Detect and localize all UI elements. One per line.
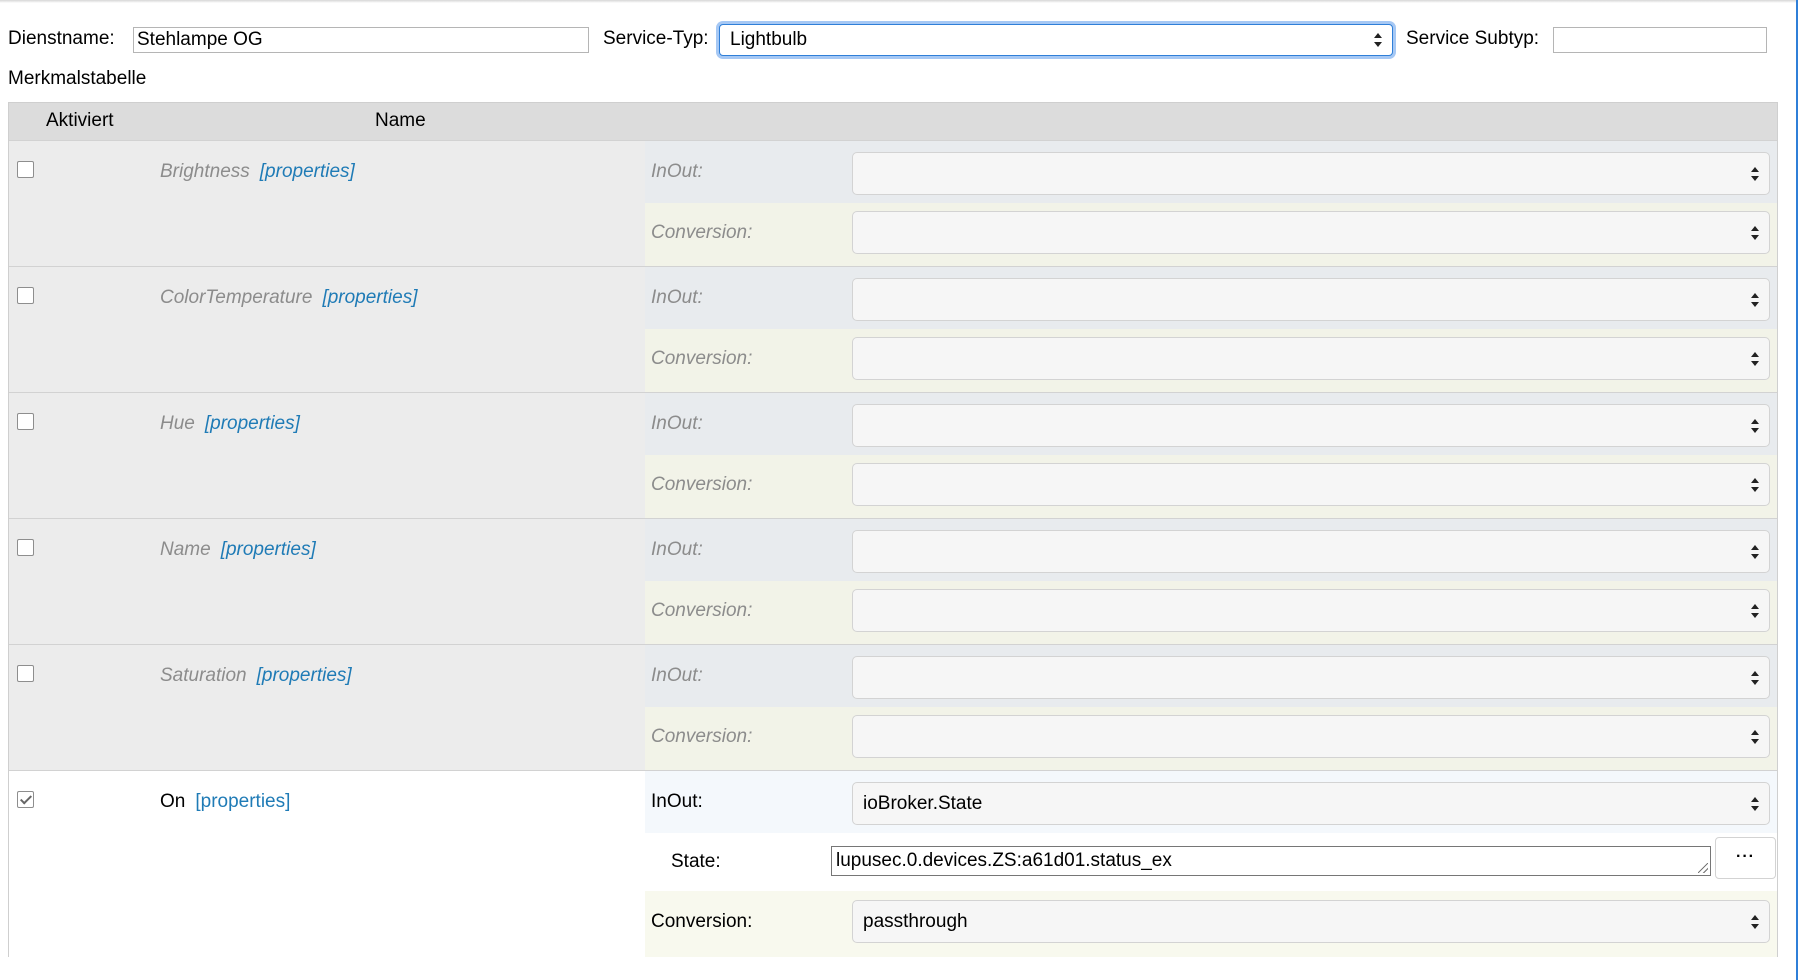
service-type-value: Lightbulb (730, 29, 808, 50)
characteristic-name: On [properties] (160, 791, 291, 812)
inout-select[interactable]: ioBroker.State (852, 782, 1770, 825)
characteristic-name: Brightness [properties] (160, 161, 355, 182)
characteristic-row-brightness: Brightness [properties] InOut: Conversion… (9, 140, 1777, 267)
properties-link[interactable]: [properties] (260, 161, 355, 182)
conversion-cell: Conversion: passthrough (645, 891, 1777, 957)
characteristic-row-name: Name [properties] InOut: Conversion: (9, 518, 1777, 645)
state-input[interactable]: lupusec.0.devices.ZS:a61d01.status_ex (831, 846, 1711, 876)
top-edge-shadow (0, 0, 1796, 3)
characteristic-row-colortemperature: ColorTemperature [properties] InOut: Conv… (9, 266, 1777, 393)
column-header-name: Name (375, 110, 426, 131)
select-arrows-icon (1751, 225, 1759, 240)
select-arrows-icon (1751, 418, 1759, 433)
service-name-input[interactable]: Stehlampe OG (133, 27, 589, 53)
row-name-cell: Saturation [properties] (9, 645, 645, 771)
properties-link[interactable]: [properties] (322, 287, 417, 308)
characteristic-name: ColorTemperature [properties] (160, 287, 418, 308)
properties-link[interactable]: [properties] (257, 665, 352, 686)
inout-select[interactable] (852, 152, 1770, 195)
service-subtype-label: Service Subtyp: (1406, 28, 1540, 49)
conversion-select[interactable]: passthrough (852, 900, 1770, 943)
conversion-cell: Conversion: (645, 203, 1777, 267)
inout-select[interactable] (852, 278, 1770, 321)
service-name-label: Dienstname: (8, 28, 115, 49)
browse-state-button[interactable]: ··· (1715, 837, 1776, 879)
characteristic-name: Hue [properties] (160, 413, 300, 434)
select-arrows-icon (1751, 477, 1759, 492)
inout-select[interactable] (852, 404, 1770, 447)
row-name-cell: ColorTemperature [properties] (9, 267, 645, 393)
checkmark-icon (19, 792, 33, 805)
characteristics-table-caption: Merkmalstabelle (8, 68, 147, 89)
characteristic-row-saturation: Saturation [properties] InOut: Conversion… (9, 644, 1777, 771)
characteristic-name: Name [properties] (160, 539, 316, 560)
inout-cell: InOut: (645, 393, 1777, 455)
select-arrows-icon (1751, 670, 1759, 685)
properties-link[interactable]: [properties] (221, 539, 316, 560)
inout-select[interactable] (852, 530, 1770, 573)
enabled-checkbox[interactable] (17, 413, 34, 430)
service-type-select[interactable]: Lightbulb (719, 24, 1393, 56)
conversion-cell: Conversion: (645, 581, 1777, 645)
inout-cell: InOut: (645, 645, 1777, 707)
conversion-label: Conversion: (651, 348, 753, 369)
inout-label: InOut: (651, 413, 703, 434)
select-arrows-icon (1751, 603, 1759, 618)
inout-cell: InOut: (645, 519, 1777, 581)
inout-select[interactable] (852, 656, 1770, 699)
select-arrows-icon (1751, 544, 1759, 559)
resize-handle-icon[interactable] (1698, 863, 1708, 873)
row-name-cell: On [properties] (9, 771, 645, 957)
row-name-cell: Brightness [properties] (9, 141, 645, 267)
select-arrows-icon (1751, 166, 1759, 181)
conversion-cell: Conversion: (645, 329, 1777, 393)
column-header-enabled: Aktiviert (46, 110, 114, 131)
select-arrows-icon (1751, 914, 1759, 929)
row-name-cell: Hue [properties] (9, 393, 645, 519)
inout-cell: InOut: (645, 267, 1777, 329)
conversion-select[interactable] (852, 211, 1770, 254)
enabled-checkbox[interactable] (17, 791, 34, 808)
properties-link[interactable]: [properties] (195, 791, 290, 812)
conversion-select[interactable] (852, 337, 1770, 380)
properties-link[interactable]: [properties] (205, 413, 300, 434)
enabled-checkbox[interactable] (17, 665, 34, 682)
select-arrows-icon (1751, 796, 1759, 811)
conversion-cell: Conversion: (645, 455, 1777, 519)
enabled-checkbox[interactable] (17, 287, 34, 304)
conversion-select[interactable] (852, 589, 1770, 632)
select-arrows-icon (1751, 351, 1759, 366)
inout-label: InOut: (651, 287, 703, 308)
characteristics-table: Aktiviert Name Brightness [properties] In… (8, 102, 1778, 957)
inout-label: InOut: (651, 161, 703, 182)
conversion-label: Conversion: (651, 911, 753, 932)
inout-label: InOut: (651, 791, 703, 812)
enabled-checkbox[interactable] (17, 539, 34, 556)
select-arrows-icon (1751, 729, 1759, 744)
state-label: State: (671, 851, 721, 872)
conversion-cell: Conversion: (645, 707, 1777, 771)
inout-cell: InOut: ioBroker.State (645, 771, 1777, 833)
service-subtype-input[interactable] (1553, 27, 1767, 53)
row-name-cell: Name [properties] (9, 519, 645, 645)
inout-cell: InOut: (645, 141, 1777, 203)
characteristic-row-on: On [properties] InOut: ioBroker.State Sta… (9, 770, 1777, 957)
conversion-label: Conversion: (651, 222, 753, 243)
table-header: Aktiviert Name (9, 103, 1777, 140)
conversion-select[interactable] (852, 463, 1770, 506)
state-cell: State: lupusec.0.devices.ZS:a61d01.statu… (645, 833, 1777, 891)
conversion-label: Conversion: (651, 600, 753, 621)
characteristic-row-hue: Hue [properties] InOut: Conversion: (9, 392, 1777, 519)
conversion-label: Conversion: (651, 474, 753, 495)
select-arrows-icon (1374, 33, 1382, 47)
enabled-checkbox[interactable] (17, 161, 34, 178)
service-type-label: Service-Typ: (603, 28, 709, 49)
window-edge (1796, 0, 1798, 980)
conversion-select[interactable] (852, 715, 1770, 758)
characteristic-name: Saturation [properties] (160, 665, 352, 686)
select-arrows-icon (1751, 292, 1759, 307)
inout-label: InOut: (651, 665, 703, 686)
inout-label: InOut: (651, 539, 703, 560)
conversion-label: Conversion: (651, 726, 753, 747)
